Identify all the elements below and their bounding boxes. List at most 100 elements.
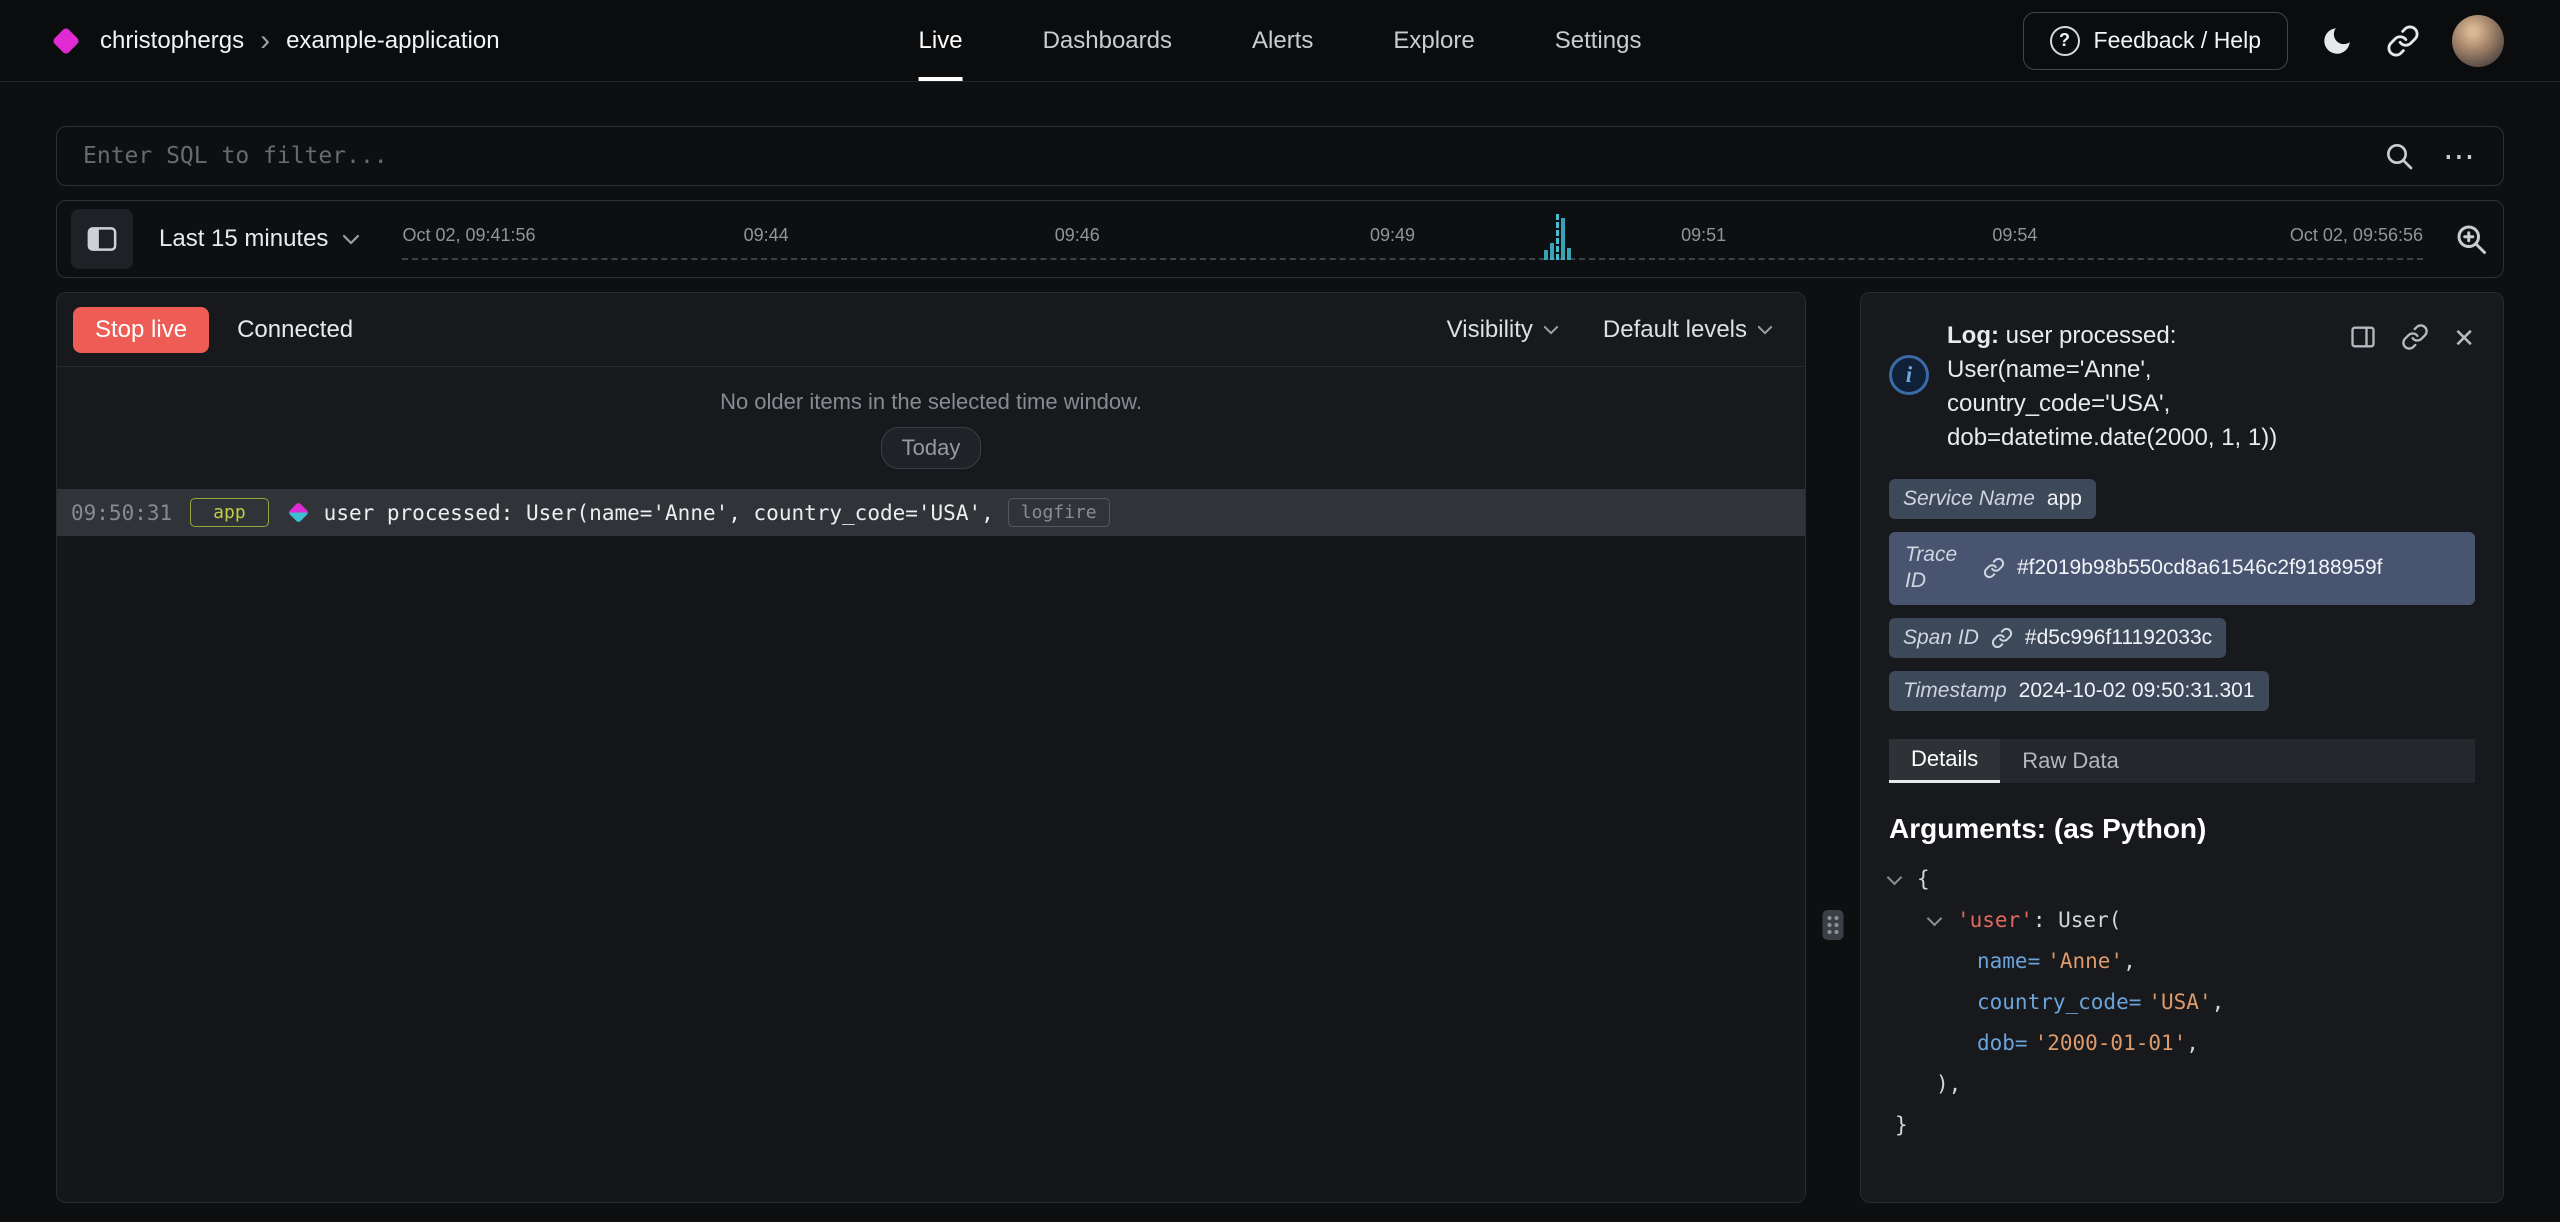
- visibility-dropdown[interactable]: Visibility: [1447, 316, 1559, 344]
- timeline-tick: 09:54: [1992, 225, 2037, 246]
- timeline-strip[interactable]: Oct 02, 09:41:56 09:44 09:46 09:49 09:51…: [402, 201, 2423, 277]
- attribute-label: Trace ID: [1905, 542, 1971, 595]
- logfire-logo-icon[interactable]: [52, 26, 80, 54]
- attribute-pill: Timestamp 2024-10-02 09:50:31.301: [1889, 671, 2269, 711]
- code-token: ,: [2186, 1031, 2199, 1055]
- code-token: 'USA': [2148, 990, 2211, 1014]
- nav-item[interactable]: Explore: [1393, 0, 1474, 81]
- chevron-down-icon: [1543, 325, 1559, 335]
- nav-item[interactable]: Dashboards: [1043, 0, 1172, 81]
- timeline-zoom-button[interactable]: [2453, 221, 2489, 257]
- main-nav: Live Dashboards Alerts Explore Settings: [919, 0, 1642, 81]
- time-range-selector[interactable]: Last 15 minutes: [159, 225, 360, 253]
- attribute-label: Timestamp: [1903, 679, 2007, 703]
- code-token: '2000-01-01': [2035, 1031, 2187, 1055]
- breadcrumb-org[interactable]: christophergs: [100, 27, 244, 55]
- timeline-tick: 09:49: [1370, 225, 1415, 246]
- attribute-pills: Service Name app Trace ID #f2019b98b550c…: [1889, 479, 2475, 711]
- attribute-pill: Span ID #d5c996f11192033c: [1889, 618, 2226, 658]
- close-detail-button[interactable]: ✕: [2453, 323, 2475, 354]
- attribute-pill: Service Name app: [1889, 479, 2096, 519]
- log-row-selected[interactable]: 09:50:31 app user processed: User(name='…: [57, 489, 1805, 536]
- timeline-tick: 09:46: [1055, 225, 1100, 246]
- copy-link-button[interactable]: [2401, 323, 2429, 351]
- nav-item-label: Explore: [1393, 27, 1474, 55]
- attribute-label: Span ID: [1903, 626, 1979, 650]
- nav-item-label: Live: [919, 27, 963, 55]
- dark-mode-toggle[interactable]: [2320, 24, 2354, 58]
- share-link-button[interactable]: [2386, 24, 2420, 58]
- timeline-tick: 09:51: [1681, 225, 1726, 246]
- panel-layout-icon: [2349, 323, 2377, 351]
- default-levels-dropdown[interactable]: Default levels: [1603, 316, 1773, 344]
- close-icon: ✕: [2453, 323, 2475, 354]
- sidebar-toggle-button[interactable]: [71, 209, 133, 269]
- detail-tab[interactable]: Raw Data: [2000, 739, 2141, 783]
- detail-tab[interactable]: Details: [1889, 739, 2000, 783]
- link-icon: [2386, 24, 2420, 58]
- info-level-icon: i: [1889, 355, 1929, 395]
- live-log-panel: Stop live Connected Visibility Default l…: [56, 292, 1806, 1203]
- collapse-caret-icon[interactable]: [1889, 867, 1917, 891]
- link-icon[interactable]: [1991, 627, 2013, 649]
- chevron-down-icon: [1757, 325, 1773, 335]
- nav-item[interactable]: Live: [919, 0, 963, 81]
- code-line: country_code='USA',: [1889, 982, 2475, 1023]
- default-levels-label: Default levels: [1603, 316, 1747, 344]
- timeline-tick: Oct 02, 09:41:56: [402, 225, 535, 246]
- tab-label: Raw Data: [2022, 748, 2119, 774]
- timeline-tick: 09:44: [744, 225, 789, 246]
- feedback-help-label: Feedback / Help: [2094, 27, 2261, 54]
- sql-filter-input[interactable]: [83, 143, 2355, 169]
- header-actions: ? Feedback / Help: [2023, 12, 2504, 70]
- log-list-messages: No older items in the selected time wind…: [57, 367, 1805, 469]
- attribute-value: #f2019b98b550cd8a61546c2f9188959f: [2017, 556, 2383, 580]
- moon-icon: [2320, 24, 2354, 58]
- nav-item-label: Alerts: [1252, 27, 1313, 55]
- connection-status: Connected: [237, 316, 353, 344]
- log-detail-panel: i Log: user processed: User(name='Anne',…: [1860, 292, 2504, 1203]
- chevron-down-icon: [342, 234, 360, 245]
- scope-tag: logfire: [1008, 498, 1110, 527]
- user-avatar[interactable]: [2452, 15, 2504, 67]
- link-icon[interactable]: [1983, 557, 2005, 579]
- breadcrumb-project[interactable]: example-application: [286, 27, 499, 55]
- timeline-histogram-spike: [1544, 214, 1571, 260]
- link-icon: [2401, 323, 2429, 351]
- today-button[interactable]: Today: [881, 427, 982, 469]
- nav-item[interactable]: Alerts: [1252, 0, 1313, 81]
- empty-window-message: No older items in the selected time wind…: [57, 389, 1805, 415]
- collapse-caret-icon[interactable]: [1929, 908, 1957, 932]
- search-icon[interactable]: [2383, 140, 2415, 172]
- timeline-bar: Last 15 minutes Oct 02, 09:41:56 09:44 0…: [56, 200, 2504, 278]
- stop-live-button[interactable]: Stop live: [73, 307, 209, 353]
- feedback-help-button[interactable]: ? Feedback / Help: [2023, 12, 2288, 70]
- arguments-heading: Arguments: (as Python): [1889, 813, 2475, 845]
- detail-title-row: i Log: user processed: User(name='Anne',…: [1889, 319, 2475, 455]
- timeline-tick: Oct 02, 09:56:56: [2290, 225, 2423, 246]
- code-line: {: [1889, 859, 2475, 900]
- question-circle-icon: ?: [2050, 26, 2080, 56]
- sidebar-toggle-icon: [87, 226, 117, 252]
- detail-title: Log: user processed: User(name='Anne', c…: [1947, 319, 2331, 455]
- filter-menu-icon[interactable]: ⋯: [2443, 140, 2477, 172]
- code-token: }: [1895, 1113, 1908, 1137]
- service-tag: app: [190, 498, 269, 527]
- breadcrumb-separator: ›: [260, 26, 270, 56]
- attribute-value: 2024-10-02 09:50:31.301: [2019, 679, 2255, 703]
- code-token: country_code=: [1977, 990, 2141, 1014]
- open-panel-button[interactable]: [2349, 323, 2377, 351]
- attribute-label: Service Name: [1903, 487, 2035, 511]
- tab-label: Details: [1911, 746, 1978, 772]
- resize-grip-handle[interactable]: [1823, 910, 1844, 940]
- sql-filter-bar: ⋯: [56, 126, 2504, 186]
- nav-item[interactable]: Settings: [1555, 0, 1642, 81]
- code-token: 'Anne': [2047, 949, 2123, 973]
- nav-item-label: Settings: [1555, 27, 1642, 55]
- code-token: {: [1917, 867, 1930, 891]
- nav-item-label: Dashboards: [1043, 27, 1172, 55]
- zoom-in-icon: [2453, 221, 2489, 257]
- code-line: }: [1889, 1105, 2475, 1146]
- code-token: : User(: [2033, 908, 2122, 932]
- log-level-diamond-icon: [288, 502, 309, 523]
